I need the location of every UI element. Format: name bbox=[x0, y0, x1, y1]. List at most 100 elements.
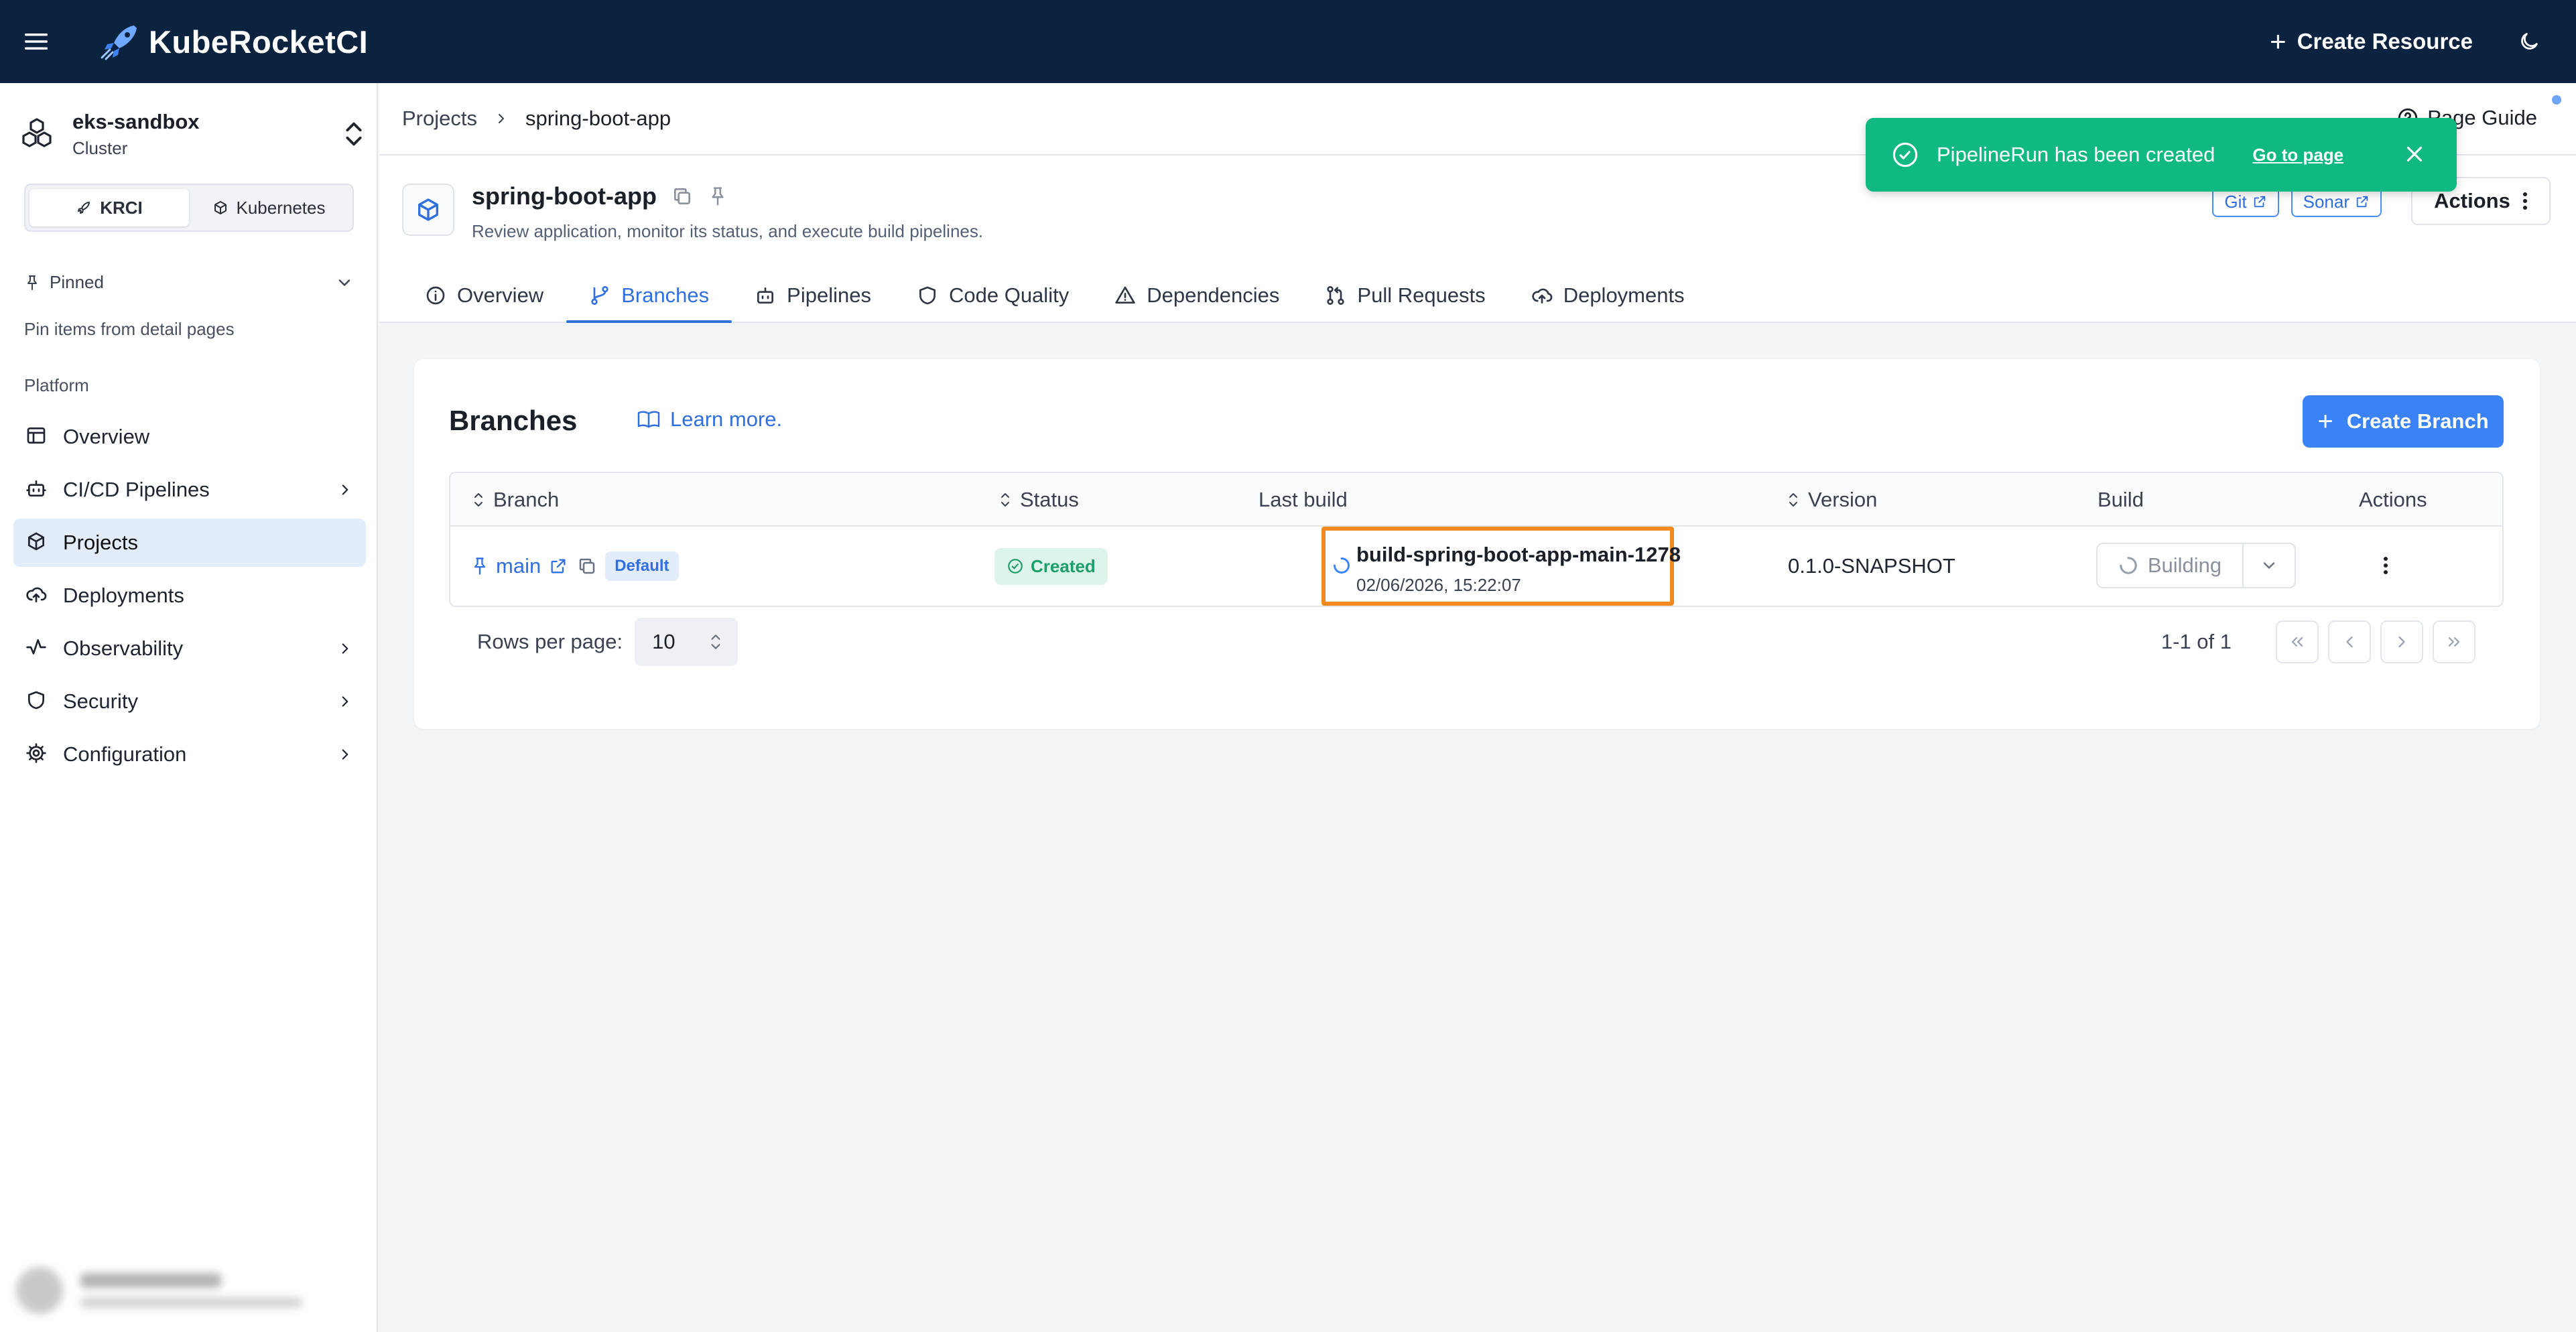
sidebar-item-projects[interactable]: Projects bbox=[13, 519, 366, 567]
last-build-cell: build-spring-boot-app-main-1278 02/06/20… bbox=[1322, 527, 1681, 606]
sidebar-item-label: Configuration bbox=[63, 742, 187, 766]
plus-icon: + bbox=[2317, 407, 2333, 436]
tab-dependencies[interactable]: Dependencies bbox=[1092, 268, 1302, 323]
tab-branches[interactable]: Branches bbox=[566, 268, 732, 323]
git-branch-icon bbox=[589, 285, 621, 306]
create-resource-label: Create Resource bbox=[2297, 29, 2473, 54]
chevron-right-icon bbox=[336, 746, 354, 763]
menu-icon[interactable] bbox=[16, 21, 56, 62]
project-icon bbox=[402, 184, 454, 236]
version-cell: 0.1.0-SNAPSHOT bbox=[1788, 554, 1955, 578]
sort-icon bbox=[1000, 491, 1020, 509]
chevron-right-icon bbox=[336, 640, 354, 657]
toast-go-to-page-link[interactable]: Go to page bbox=[2252, 145, 2343, 165]
sidebar-item-cicd-pipelines[interactable]: CI/CD Pipelines bbox=[13, 466, 366, 514]
last-page-button[interactable] bbox=[2433, 620, 2475, 663]
gear-icon bbox=[25, 742, 50, 767]
first-page-button[interactable] bbox=[2276, 620, 2319, 663]
app-logo[interactable]: KubeRocketCI bbox=[99, 23, 368, 60]
cluster-type: Cluster bbox=[72, 137, 128, 158]
cloud-upload-icon bbox=[1531, 285, 1563, 306]
app-title: KubeRocketCI bbox=[149, 23, 369, 60]
status-badge: Created bbox=[994, 547, 1108, 585]
rocket-icon bbox=[76, 200, 100, 216]
mode-option-kubernetes[interactable]: Kubernetes bbox=[189, 189, 348, 226]
build-dropdown-button[interactable] bbox=[2244, 544, 2295, 587]
moon-icon[interactable] bbox=[2509, 21, 2549, 62]
sidebar-item-security[interactable]: Security bbox=[13, 677, 366, 726]
check-circle-icon bbox=[1007, 557, 1031, 575]
column-header-branch[interactable]: Branch bbox=[473, 473, 559, 527]
cluster-name: eks-sandbox bbox=[72, 109, 200, 133]
pin-icon[interactable] bbox=[708, 186, 728, 207]
pagination-range: 1-1 of 1 bbox=[2161, 630, 2232, 653]
check-circle-icon bbox=[1891, 141, 1919, 169]
chevrons-up-down-icon bbox=[340, 117, 367, 151]
mode-option-krci[interactable]: KRCI bbox=[29, 189, 189, 226]
learn-more-link[interactable]: Learn more. bbox=[637, 407, 782, 431]
warning-triangle-icon bbox=[1114, 285, 1147, 306]
chevron-down-icon bbox=[335, 273, 354, 292]
column-header-status[interactable]: Status bbox=[1000, 473, 1079, 527]
rows-per-page: Rows per page: 10 bbox=[477, 618, 738, 666]
breadcrumb-projects-link[interactable]: Projects bbox=[402, 107, 477, 131]
column-header-version[interactable]: Version bbox=[1788, 473, 1877, 527]
create-resource-button[interactable]: + Create Resource bbox=[2270, 27, 2473, 56]
toast-message: PipelineRun has been created bbox=[1937, 143, 2215, 166]
bot-icon bbox=[755, 285, 787, 306]
next-page-button[interactable] bbox=[2380, 620, 2423, 663]
project-tabs: Overview Branches Pipelines Code Quality… bbox=[402, 268, 1708, 323]
default-badge: Default bbox=[605, 551, 679, 581]
build-split-button: Building bbox=[2096, 543, 2296, 588]
tab-deployments[interactable]: Deployments bbox=[1508, 268, 1708, 323]
sidebar-item-overview[interactable]: Overview bbox=[13, 413, 366, 461]
chevrons-right-icon bbox=[2445, 632, 2463, 651]
cloud-upload-icon bbox=[25, 584, 50, 608]
last-build-link[interactable]: build-spring-boot-app-main-1278 bbox=[1356, 543, 1681, 567]
page-title: spring-boot-app bbox=[472, 182, 657, 210]
pinned-label: Pinned bbox=[50, 272, 104, 292]
shield-icon bbox=[917, 285, 949, 306]
sidebar-item-label: Security bbox=[63, 689, 138, 713]
sidebar-item-observability[interactable]: Observability bbox=[13, 624, 366, 673]
copy-icon[interactable] bbox=[671, 186, 693, 207]
cube-icon bbox=[212, 200, 237, 216]
tab-code-quality[interactable]: Code Quality bbox=[894, 268, 1092, 323]
sidebar-item-label: Observability bbox=[63, 637, 184, 660]
top-bar: KubeRocketCI + Create Resource bbox=[0, 0, 2576, 83]
last-build-timestamp: 02/06/2026, 15:22:07 bbox=[1356, 575, 1521, 595]
build-button[interactable]: Building bbox=[2098, 544, 2244, 587]
create-branch-button[interactable]: + Create Branch bbox=[2303, 395, 2504, 448]
copy-icon[interactable] bbox=[577, 556, 597, 576]
external-link-icon[interactable] bbox=[549, 557, 568, 576]
chevron-right-icon bbox=[493, 111, 509, 127]
rows-per-page-select[interactable]: 10 bbox=[635, 618, 738, 666]
row-actions-kebab-icon[interactable] bbox=[2372, 552, 2399, 579]
sidebar-item-deployments[interactable]: Deployments bbox=[13, 572, 366, 620]
tab-overview[interactable]: Overview bbox=[402, 268, 566, 323]
platform-section-label: Platform bbox=[24, 375, 89, 395]
branch-link[interactable]: main bbox=[496, 554, 541, 578]
pin-icon[interactable] bbox=[470, 556, 489, 576]
notification-dot bbox=[2552, 95, 2561, 105]
tab-pipelines[interactable]: Pipelines bbox=[732, 268, 894, 323]
sidebar-item-configuration[interactable]: Configuration bbox=[13, 730, 366, 779]
pinned-empty-text: Pin items from detail pages bbox=[24, 319, 235, 339]
close-icon[interactable] bbox=[2402, 141, 2427, 167]
cluster-switcher[interactable]: eks-sandbox Cluster bbox=[19, 107, 367, 161]
pagination: 1-1 of 1 bbox=[2161, 618, 2475, 666]
project-description: Review application, monitor its status, … bbox=[472, 221, 984, 241]
sidebar-item-label: Projects bbox=[63, 531, 138, 554]
column-header-build: Build bbox=[2098, 488, 2144, 511]
sort-icon bbox=[1788, 491, 1808, 509]
previous-page-button[interactable] bbox=[2328, 620, 2371, 663]
user-account-card[interactable] bbox=[9, 1257, 369, 1324]
tab-pull-requests[interactable]: Pull Requests bbox=[1302, 268, 1508, 323]
breadcrumb-current: spring-boot-app bbox=[525, 107, 671, 130]
sort-icon bbox=[473, 491, 493, 509]
pinned-section-toggle[interactable]: Pinned bbox=[24, 272, 354, 293]
cluster-logo-icon bbox=[19, 116, 55, 152]
shield-icon bbox=[25, 689, 50, 714]
info-icon bbox=[425, 285, 457, 306]
column-header-actions: Actions bbox=[2359, 488, 2427, 511]
